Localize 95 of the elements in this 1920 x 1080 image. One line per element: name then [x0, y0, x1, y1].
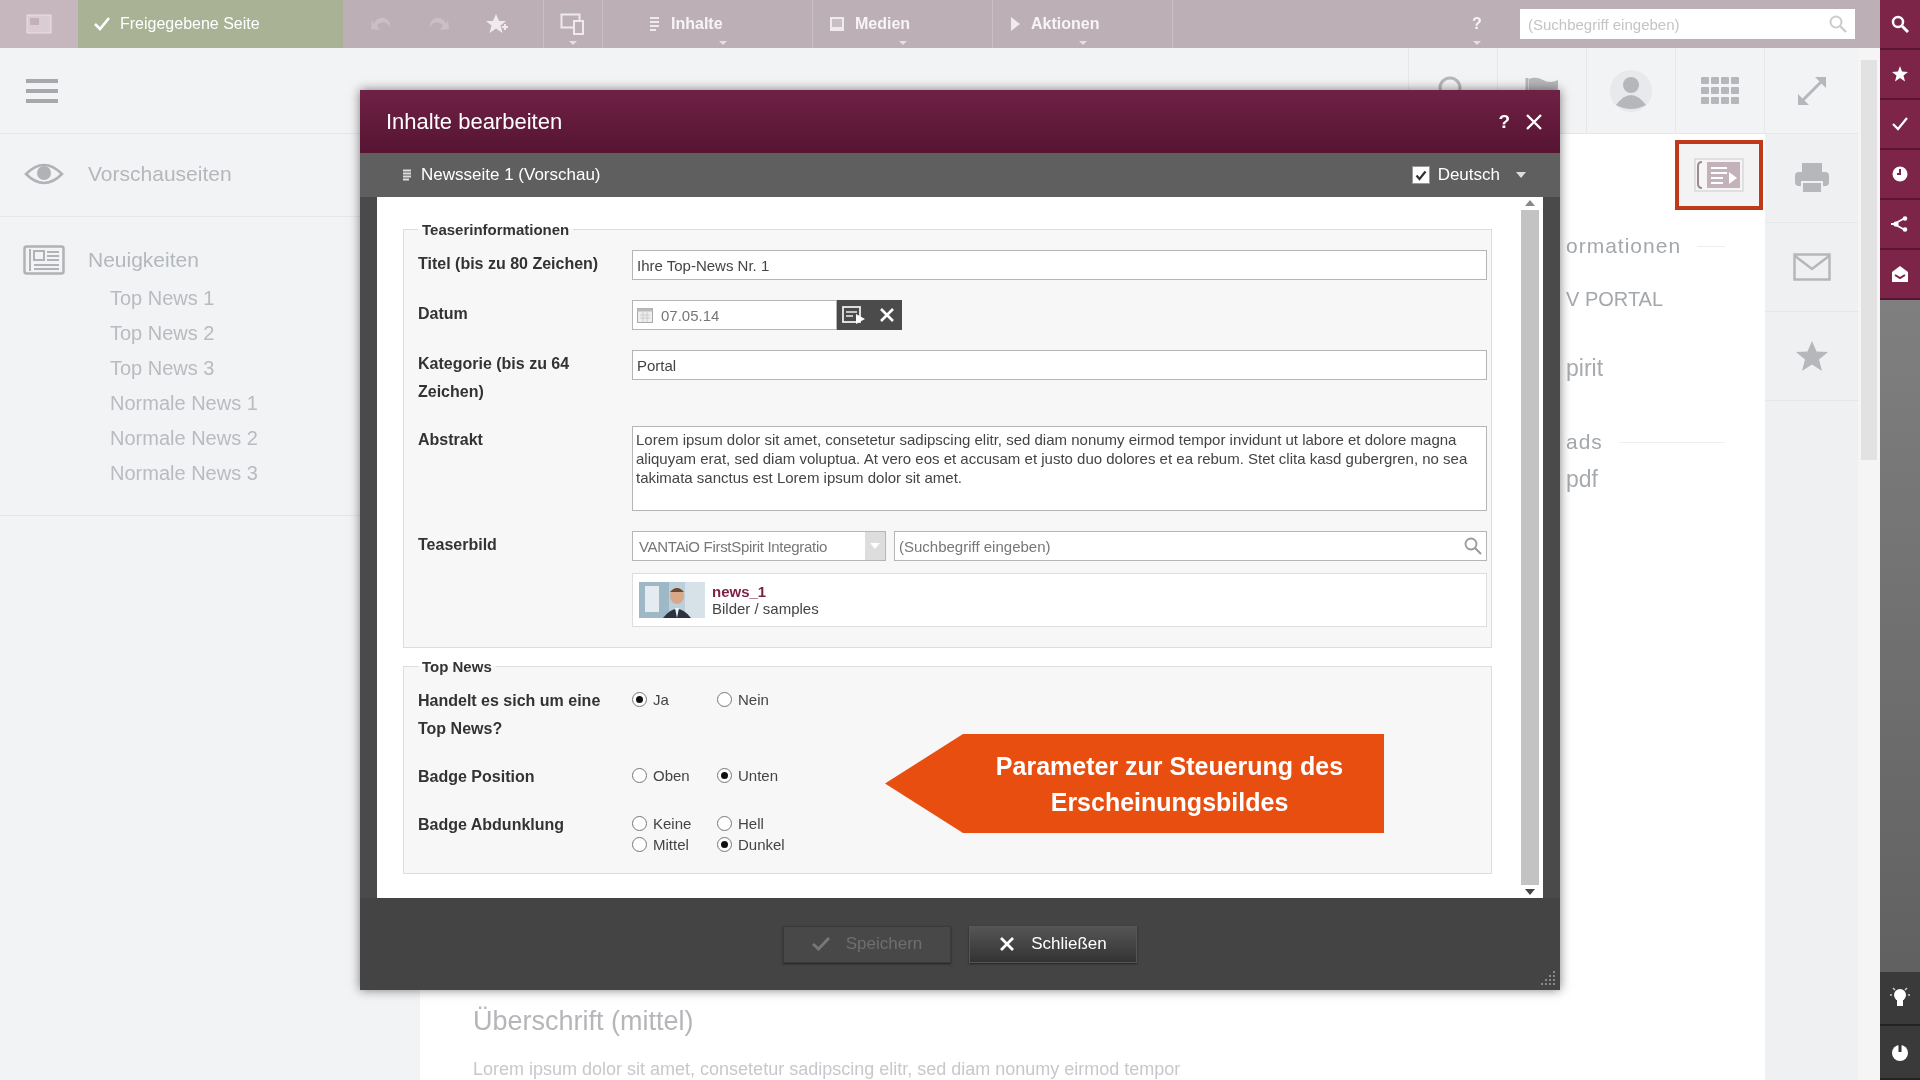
search-icon — [1829, 15, 1847, 33]
lightbulb-button[interactable] — [1880, 972, 1920, 1026]
radio-option[interactable]: Oben — [632, 767, 717, 784]
clock-icon — [1892, 166, 1908, 182]
scrollbar[interactable] — [1520, 200, 1540, 895]
page-paragraph: Lorem ipsum dolor sit amet, consetetur sadipscing elitr, sed diam nonumy eirmod tempor — [473, 1059, 1182, 1080]
star-icon[interactable] — [485, 13, 509, 35]
newspaper-icon — [22, 245, 66, 275]
check-icon — [1892, 117, 1908, 131]
print-icon[interactable] — [1793, 162, 1830, 194]
play-icon — [1009, 16, 1021, 32]
user-icon[interactable] — [1609, 68, 1653, 113]
radio-button[interactable] — [717, 837, 732, 852]
field-label: Teaserbild — [418, 535, 498, 555]
page-heading: Überschrift (mittel) — [473, 1006, 695, 1037]
apps-grid-icon[interactable] — [1701, 75, 1739, 106]
check-icon — [811, 937, 830, 951]
image-card[interactable]: news_1 Bilder / samples — [632, 573, 1487, 627]
mail-icon[interactable] — [1792, 253, 1831, 281]
field-label: Datum — [418, 304, 469, 324]
search-icon — [1891, 15, 1909, 33]
page-text: V PORTAL — [1566, 288, 1664, 311]
caret-icon — [870, 543, 880, 549]
source-dropdown[interactable]: VANTAiO FirstSpirit Integratio — [632, 531, 886, 561]
search-icon — [1464, 537, 1482, 555]
star-icon[interactable] — [1794, 340, 1829, 372]
radio-button[interactable] — [717, 816, 732, 831]
search-field[interactable]: (Suchbegriff eingeben) — [894, 531, 1487, 561]
checkbox[interactable] — [1411, 166, 1430, 184]
radio-button[interactable] — [632, 768, 647, 783]
page-text: ormationen — [1566, 234, 1682, 258]
page-text: ads — [1566, 430, 1603, 454]
help-button[interactable]: ? — [1498, 110, 1510, 133]
input-field[interactable]: Ihre Top-News Nr. 1 — [632, 250, 1487, 280]
image-icon — [829, 16, 845, 32]
resize-grip-icon[interactable] — [1540, 970, 1556, 986]
power-button[interactable] — [1880, 1026, 1920, 1080]
check-button[interactable] — [1880, 100, 1920, 150]
dialog-title: Inhalte bearbeiten — [386, 108, 564, 135]
field-label: Kategorie (bis zu 64 Zeichen) — [418, 354, 571, 402]
radio-option[interactable]: Hell — [717, 815, 802, 832]
radio-option[interactable]: Dunkel — [717, 836, 802, 853]
scroll-down-arrow-icon[interactable] — [1525, 889, 1535, 895]
radio-button[interactable] — [632, 816, 647, 831]
scroll-up-arrow-icon[interactable] — [1525, 200, 1535, 206]
field-label: Badge Abdunklung — [418, 815, 566, 835]
text-area[interactable]: Lorem ipsum dolor sit amet, consetetur sadipscing elitr, sed diam nonumy eirmod tempor invidunt ut labore et dolore magna aliquyam erat, sed diam voluptua. At vero eos et accusam et justo duo dolores et ea rebum. Stet clita kasd gubergren, no sea takimata sanctus est Lorem ipsum dolor sit amet. — [632, 426, 1487, 511]
date-field[interactable]: 07.05.14 — [632, 300, 837, 330]
radio-button[interactable] — [717, 768, 732, 783]
close-button[interactable]: Schließen — [969, 925, 1137, 963]
star-icon — [1892, 66, 1908, 82]
calendar-arrow-icon — [842, 305, 866, 325]
power-icon — [1890, 1042, 1910, 1062]
page-thumbnail-icon[interactable] — [26, 14, 52, 34]
close-icon — [878, 307, 895, 323]
star-button[interactable] — [1880, 50, 1920, 100]
language-dropdown[interactable]: Deutsch — [1437, 165, 1500, 185]
page-text: pdf — [1566, 466, 1598, 493]
share-button[interactable] — [1880, 200, 1920, 250]
calendar-icon — [637, 307, 653, 323]
document-panel-icon — [1694, 158, 1744, 192]
radio-option[interactable]: Ja — [632, 691, 717, 708]
radio-option[interactable]: Keine — [632, 815, 717, 832]
radio-button[interactable] — [632, 837, 647, 852]
input-field[interactable]: Portal — [632, 350, 1487, 380]
close-icon[interactable] — [1526, 113, 1542, 130]
document-icon — [403, 168, 413, 182]
radio-button[interactable] — [632, 692, 647, 707]
radio-option[interactable]: Unten — [717, 767, 802, 784]
close-icon — [999, 936, 1016, 952]
menu-icon[interactable] — [26, 77, 58, 104]
share-icon — [1891, 216, 1909, 232]
field-label: Handelt es sich um eine Top News? — [418, 691, 602, 739]
field-label: Titel (bis zu 80 Zeichen) — [418, 254, 600, 274]
page-text: pirit — [1566, 355, 1604, 382]
inbox-icon — [1891, 266, 1909, 282]
radio-button[interactable] — [717, 692, 732, 707]
radio-option[interactable]: Nein — [717, 691, 802, 708]
search-button[interactable] — [1880, 0, 1920, 50]
devices-icon[interactable] — [560, 13, 586, 35]
edit-preview-button[interactable] — [1675, 140, 1763, 210]
document-icon — [649, 16, 661, 32]
section-legend: Top News — [418, 658, 496, 675]
inbox-button[interactable] — [1880, 250, 1920, 300]
section-legend: Teaserinformationen — [418, 221, 574, 238]
eye-icon — [22, 162, 66, 186]
caret-icon[interactable] — [1516, 172, 1526, 178]
image-name-link[interactable]: news_1 — [712, 583, 819, 600]
field-label: Badge Position — [418, 767, 536, 787]
image-path: Bilder / samples — [712, 600, 819, 617]
field-label: Abstrakt — [418, 430, 484, 450]
callout: Parameter zur Steuerung des Erscheinungsbildes — [885, 734, 1384, 833]
clock-button[interactable] — [1880, 150, 1920, 200]
page-name: Newsseite 1 (Vorschau) — [421, 165, 601, 185]
radio-option[interactable]: Mittel — [632, 836, 717, 853]
